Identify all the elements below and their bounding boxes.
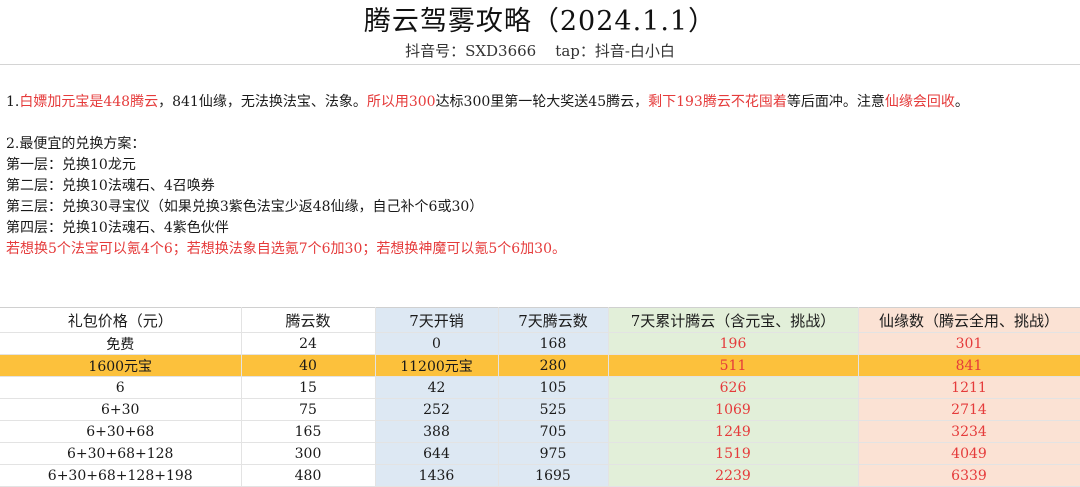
cell-price: 6+30+68+128	[0, 442, 242, 465]
cell-7day-cost: 644	[375, 442, 499, 465]
note-text: ，841仙缘，无法换法宝、法象。	[158, 94, 367, 110]
cell-xianyuan: 6339	[858, 464, 1080, 487]
note-layer-1: 第一层：兑换10龙元	[6, 157, 136, 173]
cell-7day-tengyun: 1695	[498, 464, 609, 487]
cell-7day-total: 1519	[608, 442, 859, 465]
cell-price: 免费	[0, 332, 242, 355]
note-layer-2: 第二层：兑换10法魂石、4召唤券	[6, 178, 215, 194]
cell-7day-tengyun: 525	[498, 398, 609, 421]
note-tip: 若想换5个法宝可以氪4个6；若想换法象自选氪7个6加30；若想换神魔可以氪5个6…	[6, 241, 566, 257]
cell-7day-cost: 0	[375, 332, 499, 355]
cell-7day-tengyun: 975	[498, 442, 609, 465]
cell-xianyuan: 4049	[858, 442, 1080, 465]
cell-xianyuan: 1211	[858, 376, 1080, 399]
table-row: 6 15 42 105 626 1211	[0, 376, 1080, 399]
table-row: 6+30+68+128 300 644 975 1519 4049	[0, 442, 1080, 465]
note-highlight-text: 剩下193腾云不花囤着	[648, 94, 787, 110]
table-row: 6+30+68 165 388 705 1249 3234	[0, 420, 1080, 443]
cell-xianyuan: 841	[858, 354, 1080, 377]
cell-tengyun: 75	[241, 398, 376, 421]
divider	[0, 64, 1080, 65]
note-layer-3: 第三层：兑换30寻宝仪（如果兑换3紫色法宝少返48仙缘，自己补个6或30）	[6, 199, 484, 215]
cell-xianyuan: 301	[858, 332, 1080, 355]
cell-7day-total: 1249	[608, 420, 859, 443]
header-7day-tengyun: 7天腾云数	[498, 307, 609, 333]
table-row: 1600元宝 40 11200元宝 280 511 841	[0, 354, 1080, 377]
cell-7day-tengyun: 105	[498, 376, 609, 399]
note-highlight-text: 仙缘会回收	[884, 94, 955, 110]
cell-tengyun: 15	[241, 376, 376, 399]
cell-price: 6	[0, 376, 242, 399]
cell-xianyuan: 2714	[858, 398, 1080, 421]
cell-7day-tengyun: 168	[498, 332, 609, 355]
cell-7day-total: 1069	[608, 398, 859, 421]
cell-7day-tengyun: 705	[498, 420, 609, 443]
note-text: 等后面冲。注意	[786, 94, 885, 110]
header-7day-total: 7天累计腾云（含元宝、挑战）	[608, 307, 859, 333]
table-row: 6+30+68+128+198 480 1436 1695 2239 6339	[0, 464, 1080, 487]
table-header-row: 礼包价格（元） 腾云数 7天开销 7天腾云数 7天累计腾云（含元宝、挑战） 仙缘…	[0, 307, 1080, 333]
cell-7day-total: 2239	[608, 464, 859, 487]
note-text: 达标300里第一轮大奖送45腾云，	[435, 94, 649, 110]
notes-section: 1.白嫖加元宝是448腾云，841仙缘，无法换法宝、法象。所以用300达标300…	[6, 92, 1072, 260]
table-row: 免费 24 0 168 196 301	[0, 332, 1080, 355]
cell-7day-cost: 11200元宝	[375, 354, 499, 377]
cell-tengyun: 24	[241, 332, 376, 355]
cell-7day-cost: 42	[375, 376, 499, 399]
gift-pack-table: 礼包价格（元） 腾云数 7天开销 7天腾云数 7天累计腾云（含元宝、挑战） 仙缘…	[0, 307, 1080, 487]
cell-7day-total: 196	[608, 332, 859, 355]
note-layer-4: 第四层：兑换10法魂石、4紫色伙伴	[6, 220, 229, 236]
cell-7day-cost: 252	[375, 398, 499, 421]
header-price: 礼包价格（元）	[0, 307, 242, 333]
cell-7day-cost: 1436	[375, 464, 499, 487]
cell-xianyuan: 3234	[858, 420, 1080, 443]
header-7day-cost: 7天开销	[375, 307, 499, 333]
header-xianyuan: 仙缘数（腾云全用、挑战）	[858, 307, 1080, 333]
cell-tengyun: 40	[241, 354, 376, 377]
table-row: 6+30 75 252 525 1069 2714	[0, 398, 1080, 421]
cell-tengyun: 165	[241, 420, 376, 443]
cell-price: 6+30+68	[0, 420, 242, 443]
page-title: 腾云驾雾攻略（2024.1.1）	[363, 6, 717, 37]
cell-7day-total: 626	[608, 376, 859, 399]
header-tengyun: 腾云数	[241, 307, 376, 333]
note-text: 。	[954, 94, 969, 110]
cell-price: 6+30	[0, 398, 242, 421]
cell-7day-total: 511	[608, 354, 859, 377]
cell-tengyun: 300	[241, 442, 376, 465]
note-paragraph-2-title: 2.最便宜的兑换方案：	[6, 136, 146, 152]
note-highlight-text: 白嫖加元宝是448腾云	[19, 94, 159, 110]
note-highlight-text: 所以用300	[366, 94, 436, 110]
note-text: 1.	[6, 94, 20, 110]
cell-price: 1600元宝	[0, 354, 242, 377]
page-subtitle: 抖音号：SXD3666 tap：抖音-白小白	[405, 42, 675, 60]
cell-price: 6+30+68+128+198	[0, 464, 242, 487]
cell-7day-cost: 388	[375, 420, 499, 443]
spreadsheet-sheet: 腾云驾雾攻略（2024.1.1） 抖音号：SXD3666 tap：抖音-白小白 …	[0, 0, 1080, 487]
cell-7day-tengyun: 280	[498, 354, 609, 377]
cell-tengyun: 480	[241, 464, 376, 487]
note-paragraph-1: 1.白嫖加元宝是448腾云，841仙缘，无法换法宝、法象。所以用300达标300…	[6, 92, 1072, 113]
